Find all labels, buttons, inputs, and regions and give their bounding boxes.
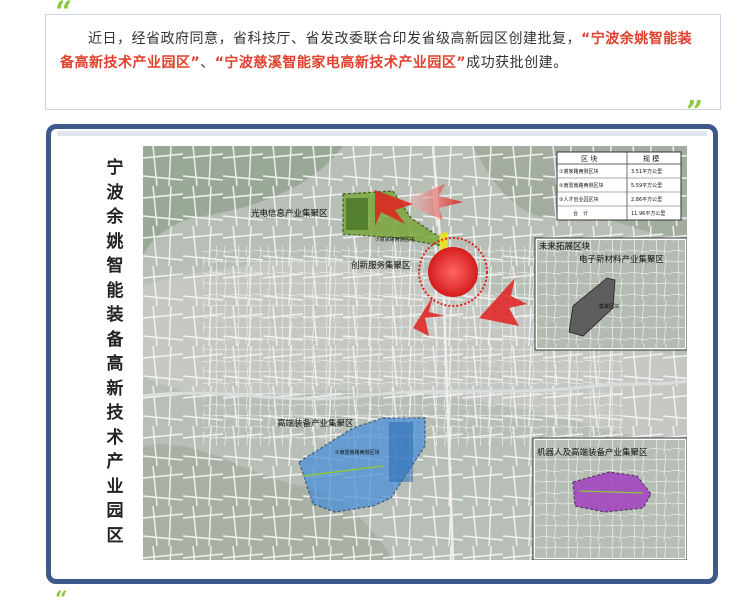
vertical-title-char: 备 (106, 329, 124, 350)
label-robot: 机器人及高端装备产业集聚区 (537, 447, 648, 458)
table-header-block: 区 块 (581, 154, 597, 163)
table-cell: 合 计 (573, 210, 588, 217)
vertical-title-char: 产 (106, 452, 124, 472)
road-label-1: ①谢家路两侧区块 (375, 236, 414, 243)
quote-bottom-icon: “ (55, 587, 68, 613)
zone-optoelectronics-core (346, 198, 368, 230)
vertical-title-char: 术 (106, 427, 124, 448)
label-optoelectronics: 光电信息产业集聚区 (251, 208, 328, 219)
vertical-title-char: 业 (106, 476, 124, 497)
park-map: ①谢家路两侧区块 ②南雷南路两侧区块 集聚区块 光电信息产业集聚区 创新服务集聚… (143, 146, 687, 560)
vertical-title-char: 园 (106, 501, 124, 521)
table-cell: ①谢家路两侧区块 (559, 168, 598, 175)
table-cell: ③人才创业园区块 (559, 196, 598, 203)
table-cell: ②南雷南路两侧区块 (559, 182, 603, 189)
vertical-title-char: 余 (106, 207, 124, 227)
intro-paragraph: 近日，经省政府同意，省科技厅、省发改委联合印发省级高新园区创建批复，“宁波余姚智… (60, 27, 700, 75)
road-label-2: ②南雷南路两侧区块 (335, 449, 379, 456)
vertical-title: 宁波余姚智能装备高新技术产业园区 (103, 156, 127, 548)
vertical-title-char: 区 (106, 525, 124, 546)
intro-text-2: 成功获批创建。 (466, 55, 568, 71)
area-table: 区 块 规 模 ①谢家路两侧区块 3.51平方公里 ②南雷南路两侧区块 5.59… (556, 151, 682, 221)
label-new-materials: 电子新材料产业集聚区 (579, 254, 665, 265)
label-innovation: 创新服务集聚区 (351, 260, 411, 271)
table-cell: 3.51平方公里 (631, 168, 662, 175)
innovation-hub (428, 247, 478, 297)
table-header-size: 规 模 (643, 154, 659, 163)
vertical-title-char: 姚 (106, 231, 124, 252)
table-cell: 11.96平方公里 (631, 210, 665, 217)
vertical-title-char: 能 (106, 280, 124, 301)
vertical-title-char: 高 (106, 354, 124, 374)
map-frame-top-band (57, 131, 707, 136)
table-cell: 2.86平方公里 (631, 196, 662, 203)
label-future-block: 未来拓展区块 (539, 241, 591, 252)
vertical-title-char: 宁 (106, 158, 124, 178)
intro-separator: 、 (200, 55, 215, 71)
intro-text-1: 近日，经省政府同意，省科技厅、省发改委联合印发省级高新园区创建批复， (88, 31, 581, 47)
intro-highlight-2: “宁波慈溪智能家电高新技术产业园区” (214, 55, 467, 71)
vertical-title-char: 新 (106, 378, 124, 399)
road-label-3: 集聚区块 (599, 303, 619, 310)
vertical-title-char: 智 (106, 256, 124, 276)
vertical-title-char: 技 (106, 403, 124, 423)
vertical-title-char: 波 (106, 182, 124, 203)
label-high-end: 高端装备产业集聚区 (277, 418, 354, 429)
table-cell: 5.59平方公里 (631, 182, 662, 189)
zone-high-end-core (389, 422, 413, 482)
vertical-title-char: 装 (106, 305, 124, 325)
